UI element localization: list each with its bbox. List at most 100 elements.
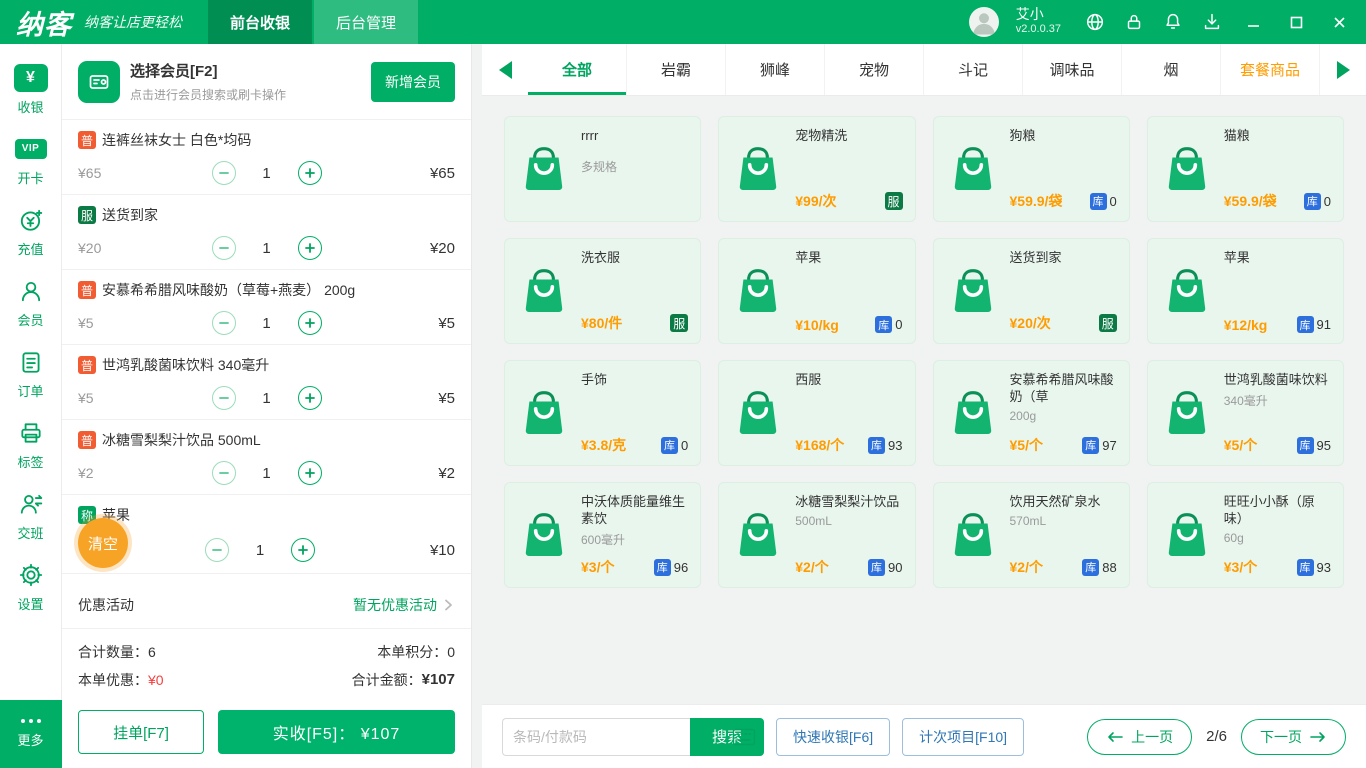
increase-qty-button[interactable] xyxy=(297,386,322,410)
next-page-label: 下一页 xyxy=(1260,728,1302,745)
notification-bell-icon[interactable] xyxy=(1162,11,1184,33)
product-card[interactable]: 西服 ¥168/个 库 93 xyxy=(718,360,916,466)
keyboard-icon[interactable] xyxy=(732,728,756,746)
app-version: v2.0.0.37 xyxy=(1015,23,1061,35)
product-card[interactable]: 安慕希希腊风味酸奶（草 200g ¥5/个 库 97 xyxy=(932,360,1130,466)
sidebar-item-settings[interactable]: 设置 xyxy=(0,551,61,622)
product-card[interactable]: 手饰 ¥3.8/克 库0 xyxy=(504,360,702,466)
sidebar-item-vip-card[interactable]: 开卡 xyxy=(0,125,61,196)
category-tab[interactable]: 狮峰 xyxy=(726,44,825,95)
decrease-qty-button[interactable] xyxy=(211,386,236,410)
product-card[interactable]: 送货到家 ¥20/次 服 xyxy=(932,238,1130,344)
maximize-button[interactable] xyxy=(1283,9,1309,35)
category-tab-combo[interactable]: 套餐商品 xyxy=(1221,44,1320,95)
hold-order-button[interactable]: 挂单[F7] xyxy=(78,710,204,754)
cart-item: 普 连裤丝袜女士 白色*均码 ¥65 1 ¥65 xyxy=(62,120,471,195)
sidebar-item-more[interactable]: 更多 xyxy=(0,700,62,768)
sidebar-label: 标签 xyxy=(17,454,44,470)
product-card[interactable]: 旺旺小小酥（原味） 60g ¥3/个 库 93 xyxy=(1146,482,1344,588)
category-scroll-left-button[interactable] xyxy=(482,44,528,95)
category-scroll-right-button[interactable] xyxy=(1320,44,1366,95)
prev-page-button[interactable]: 上一页 xyxy=(1087,718,1193,755)
sidebar: 收银 开卡 充值 会员 订单 xyxy=(0,44,62,768)
product-name: rrrr xyxy=(581,128,599,143)
product-card[interactable]: 冰糖雪梨梨汁饮品 500mL ¥2/个 库 90 xyxy=(718,482,916,588)
product-price: ¥5/个 xyxy=(1223,437,1258,453)
sidebar-item-members[interactable]: 会员 xyxy=(0,267,61,338)
sidebar-label: 更多 xyxy=(17,733,44,748)
product-card[interactable]: 洗衣服 ¥80/件 服 xyxy=(504,238,702,344)
product-bag-icon xyxy=(731,249,785,333)
category-tab[interactable]: 宠物 xyxy=(825,44,924,95)
avatar[interactable] xyxy=(968,7,999,37)
product-card[interactable]: rrrr 多规格 xyxy=(504,116,702,222)
product-name: 送货到家 xyxy=(1009,250,1062,265)
order-icon xyxy=(16,348,46,376)
product-bag-icon xyxy=(1160,493,1214,577)
decrease-qty-button[interactable] xyxy=(205,538,229,562)
category-tab[interactable]: 岩霸 xyxy=(627,44,726,95)
sidebar-item-shift[interactable]: 交班 xyxy=(0,480,61,551)
increase-qty-button[interactable] xyxy=(297,461,322,485)
points-value: 0 xyxy=(447,644,455,660)
category-tab-all[interactable]: 全部 xyxy=(528,44,627,95)
category-tab[interactable]: 调味品 xyxy=(1023,44,1122,95)
quantity: 1 xyxy=(262,314,271,332)
member-icon xyxy=(16,277,46,305)
sidebar-item-orders[interactable]: 订单 xyxy=(0,338,61,409)
product-card[interactable]: 世鸿乳酸菌味饮料 340毫升 ¥5/个 库 95 xyxy=(1146,360,1344,466)
product-card[interactable]: 猫粮 ¥59.9/袋 库0 xyxy=(1146,116,1344,222)
decrease-qty-button[interactable] xyxy=(211,461,236,485)
category-tab[interactable]: 斗记 xyxy=(924,44,1023,95)
product-spec: 570mL xyxy=(1009,514,1047,528)
quick-cashier-button[interactable]: 快速收银[F6] xyxy=(776,717,891,756)
network-icon[interactable] xyxy=(1084,11,1106,33)
product-bag-icon xyxy=(517,249,571,333)
product-card[interactable]: 狗粮 ¥59.9/袋 库0 xyxy=(932,116,1130,222)
stock-count: 0 xyxy=(1323,193,1331,209)
select-member-area[interactable]: 选择会员[F2] 点击进行会员搜索或刷卡操作 新增会员 xyxy=(62,44,471,120)
product-card[interactable]: 中沃体质能量维生素饮 600毫升 ¥3/个 库 96 xyxy=(504,482,702,588)
prev-page-label: 上一页 xyxy=(1131,728,1174,745)
decrease-qty-button[interactable] xyxy=(211,311,236,335)
product-card[interactable]: 苹果 ¥10/kg 库0 xyxy=(718,238,916,344)
next-page-button[interactable]: 下一页 xyxy=(1241,718,1346,755)
arrow-left-icon xyxy=(1108,731,1123,742)
product-name: 世鸿乳酸菌味饮料 xyxy=(1223,372,1328,387)
tab-backend-admin[interactable]: 后台管理 xyxy=(314,0,419,44)
category-tab[interactable]: 烟 xyxy=(1122,44,1221,95)
decrease-qty-button[interactable] xyxy=(211,161,236,185)
product-price: ¥2/个 xyxy=(795,559,829,575)
clear-cart-button[interactable]: 清空 xyxy=(78,518,128,568)
sidebar-item-cashier[interactable]: 收银 xyxy=(0,54,61,125)
add-member-button[interactable]: 新增会员 xyxy=(371,61,455,102)
left-triangle-icon xyxy=(498,60,512,79)
product-card[interactable]: 苹果 ¥12/kg 库 91 xyxy=(1146,238,1344,344)
promo-row[interactable]: 优惠活动 暂无优惠活动 xyxy=(62,582,471,629)
close-button[interactable] xyxy=(1326,9,1352,35)
unit-price: ¥5 xyxy=(78,390,94,406)
product-bag-icon xyxy=(1160,371,1214,455)
tab-front-cashier[interactable]: 前台收银 xyxy=(208,0,313,44)
lock-icon[interactable] xyxy=(1123,11,1145,33)
increase-qty-button[interactable] xyxy=(297,161,322,185)
decrease-qty-button[interactable] xyxy=(211,236,236,260)
sidebar-item-recharge[interactable]: 充值 xyxy=(0,196,61,267)
increase-qty-button[interactable] xyxy=(291,538,315,562)
product-card[interactable]: 饮用天然矿泉水 570mL ¥2/个 库 88 xyxy=(932,482,1130,588)
product-name: 安慕希希腊风味酸奶（草 xyxy=(1009,372,1114,404)
sidebar-item-labels[interactable]: 标签 xyxy=(0,409,61,480)
increase-qty-button[interactable] xyxy=(297,311,322,335)
stock-badge: 库 93 xyxy=(1296,558,1331,576)
product-spec: 200g xyxy=(1009,409,1037,423)
download-icon[interactable] xyxy=(1201,11,1223,33)
increase-qty-button[interactable] xyxy=(297,236,322,260)
stock-count: 90 xyxy=(888,559,903,575)
minimize-button[interactable] xyxy=(1240,9,1266,35)
barcode-input[interactable] xyxy=(502,717,690,756)
product-card[interactable]: 宠物精洗 ¥99/次 服 xyxy=(718,116,916,222)
product-price: ¥3.8/克 xyxy=(581,437,627,453)
count-item-button[interactable]: 计次项目[F10] xyxy=(902,717,1025,756)
quantity: 1 xyxy=(262,164,271,182)
pay-button[interactable]: 实收[F5]： ¥107 xyxy=(218,710,455,754)
